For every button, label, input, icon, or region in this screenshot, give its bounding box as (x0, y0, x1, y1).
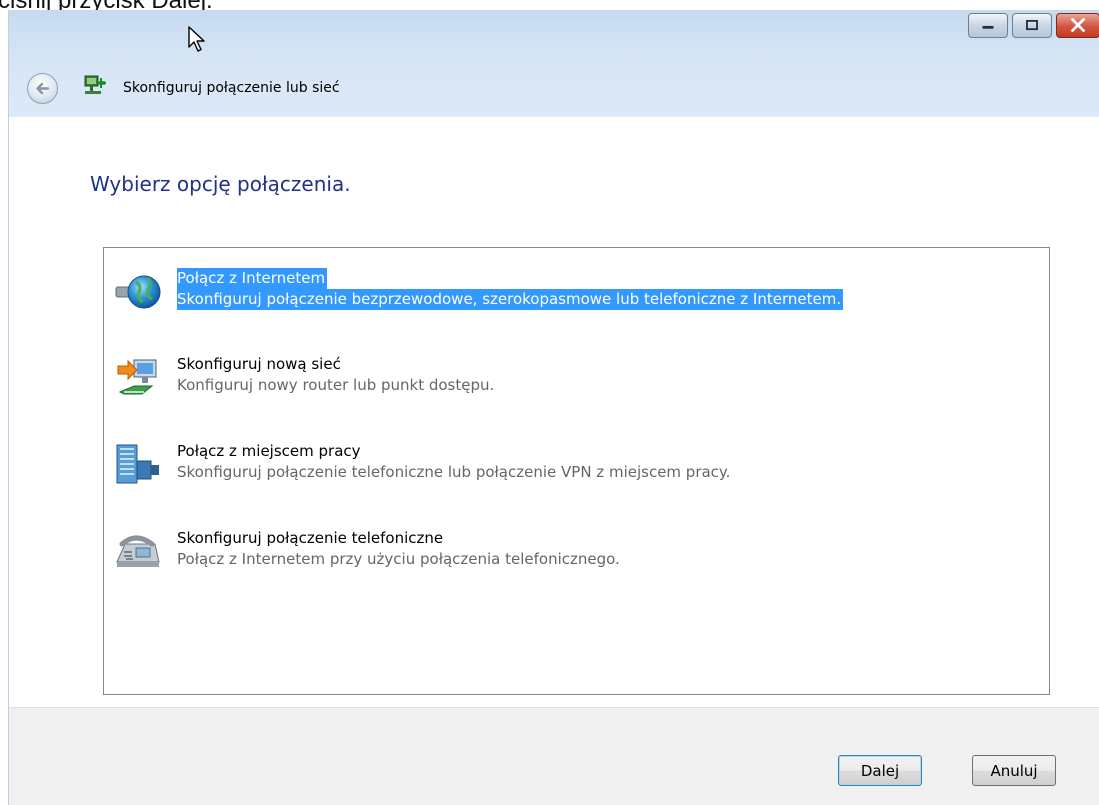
cancel-button[interactable]: Anuluj (972, 755, 1056, 786)
option-description: Skonfiguruj połączenie bezprzewodowe, sz… (177, 289, 844, 310)
command-area: Dalej Anuluj (9, 707, 1099, 805)
maximize-icon (1026, 19, 1038, 31)
option-connect-internet[interactable]: Połącz z Internetem Skonfiguruj połączen… (104, 250, 1049, 310)
next-button[interactable]: Dalej (838, 755, 922, 786)
option-title: Połącz z miejscem pracy (177, 442, 361, 460)
globe-network-icon (115, 275, 161, 309)
back-button[interactable] (27, 73, 58, 104)
option-description: Konfiguruj nowy router lub punkt dostępu… (177, 376, 495, 394)
main-instruction: Wybierz opcję połączenia. (90, 172, 351, 196)
option-text: Połącz z Internetem Skonfiguruj połączen… (177, 268, 844, 310)
minimize-button[interactable] (968, 13, 1008, 38)
minimize-icon (982, 25, 994, 29)
telephone-modem-icon (116, 535, 160, 567)
wizard-content: Wybierz opcję połączenia. Połącz z Inter… (9, 117, 1099, 707)
back-arrow-icon (36, 82, 50, 95)
connection-option-list: Połącz z Internetem Skonfiguruj połączen… (103, 247, 1050, 695)
mouse-cursor-icon (188, 26, 205, 52)
window-controls (968, 13, 1099, 39)
workplace-building-icon (116, 444, 159, 484)
option-dialup[interactable]: Skonfiguruj połączenie telefoniczne Połą… (104, 510, 1049, 570)
close-button[interactable] (1056, 13, 1099, 38)
option-description: Skonfiguruj połączenie telefoniczne lub … (177, 463, 731, 481)
option-text: Skonfiguruj połączenie telefoniczne Połą… (177, 528, 620, 570)
option-text: Skonfiguruj nową sieć Konfiguruj nowy ro… (177, 354, 494, 396)
option-workplace[interactable]: Połącz z miejscem pracy Skonfiguruj połą… (104, 423, 1049, 484)
option-description: Połącz z Internetem przy użyciu połączen… (177, 550, 620, 568)
option-title: Skonfiguruj połączenie telefoniczne (177, 529, 444, 547)
close-icon (1071, 18, 1085, 32)
title-bar: Skonfiguruj połączenie lub sieć (9, 10, 1099, 117)
option-text: Połącz z miejscem pracy Skonfiguruj połą… (177, 441, 730, 483)
option-title: Połącz z Internetem (177, 268, 328, 289)
new-network-icon (117, 359, 157, 395)
network-setup-icon (84, 75, 106, 94)
window-title: Skonfiguruj połączenie lub sieć (123, 80, 340, 96)
option-title: Skonfiguruj nową sieć (177, 355, 341, 373)
setup-connection-window: Skonfiguruj połączenie lub sieć Wybierz … (8, 10, 1099, 805)
maximize-button[interactable] (1012, 13, 1052, 38)
option-new-network[interactable]: Skonfiguruj nową sieć Konfiguruj nowy ro… (104, 336, 1049, 396)
